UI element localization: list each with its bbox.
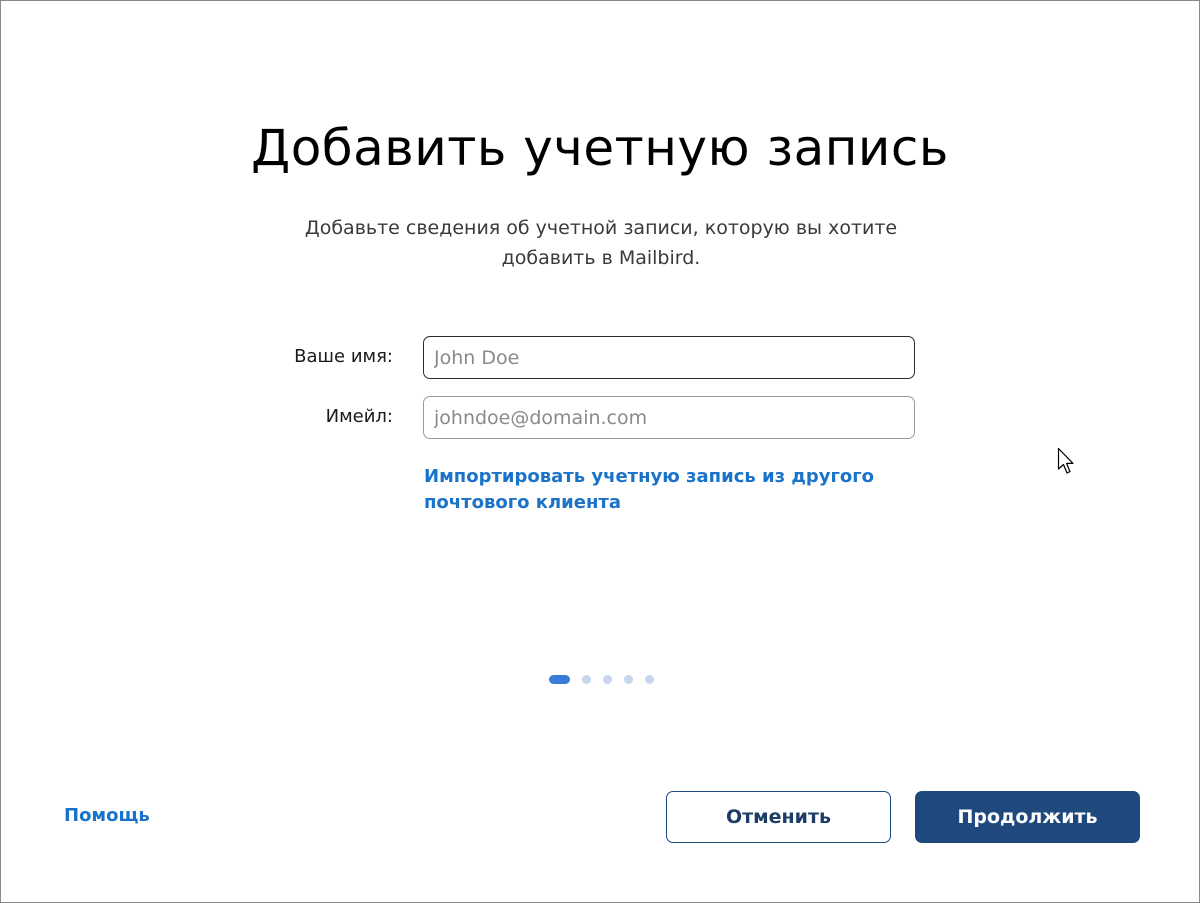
mouse-pointer-icon	[1057, 447, 1074, 474]
email-label: Имейл:	[325, 406, 393, 427]
page-subtitle: Добавьте сведения об учетной записи, кот…	[304, 217, 898, 269]
step-pager	[549, 675, 666, 684]
cancel-button[interactable]: Отменить	[666, 791, 891, 843]
pager-dot	[582, 675, 591, 684]
email-input[interactable]	[423, 396, 915, 439]
cancel-button-label: Отменить	[725, 806, 832, 828]
name-input[interactable]	[423, 336, 915, 379]
continue-button[interactable]: Продолжить	[915, 791, 1140, 843]
import-account-link[interactable]: Импортировать учетную запись из другого …	[424, 464, 884, 516]
page-title: Добавить учетную запись	[251, 119, 949, 177]
help-link[interactable]: Помощь	[64, 805, 150, 826]
pager-dot-active	[549, 675, 570, 684]
pager-dot	[603, 675, 612, 684]
name-label: Ваше имя:	[294, 346, 393, 367]
continue-button-label: Продолжить	[957, 806, 1098, 828]
pager-dot	[624, 675, 633, 684]
pager-dot	[645, 675, 654, 684]
add-account-window: Добавить учетную запись Добавьте сведени…	[0, 0, 1200, 903]
